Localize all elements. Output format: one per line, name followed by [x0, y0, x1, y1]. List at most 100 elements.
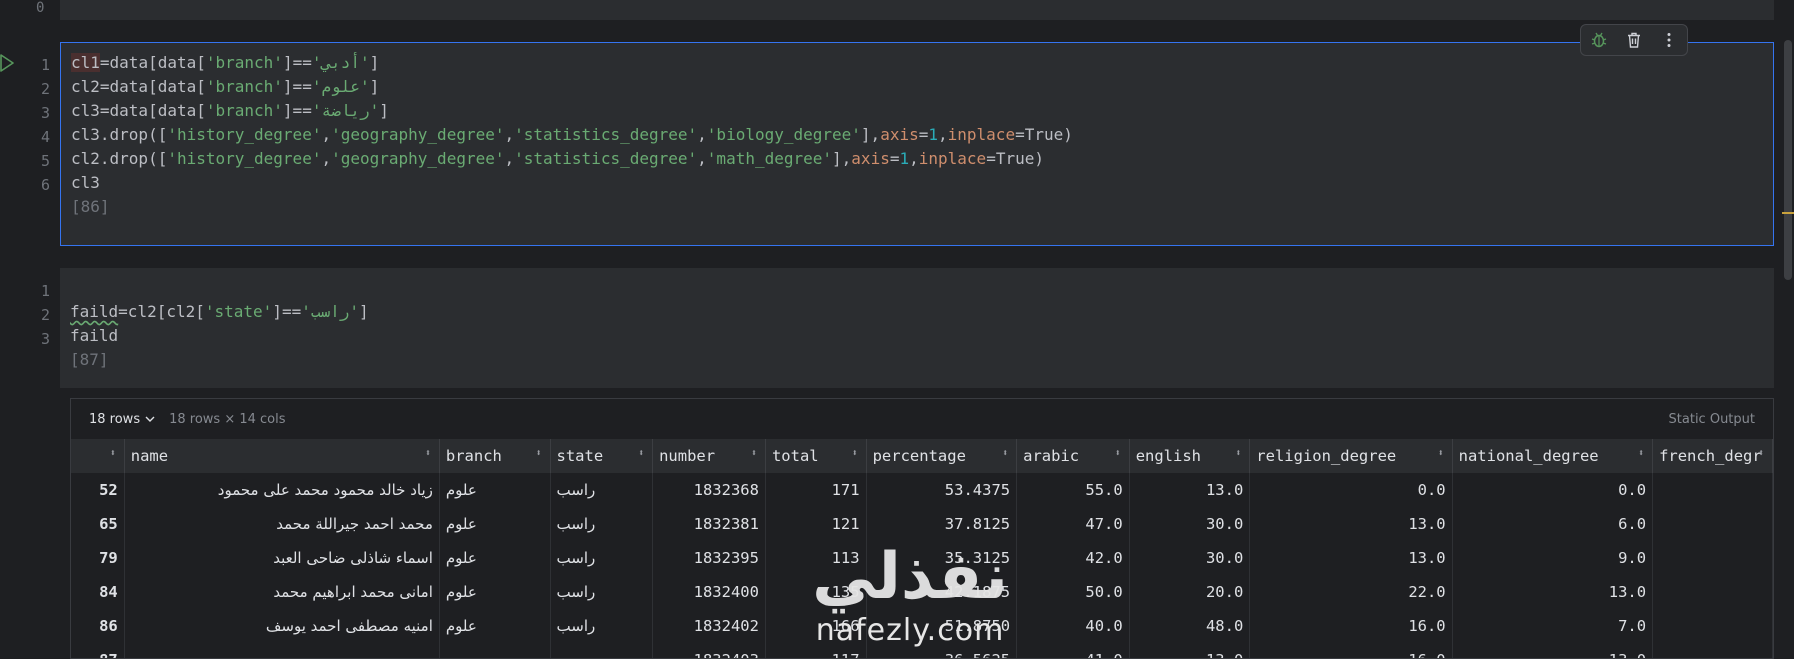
cell-name: امانى محمد ابراهيم محمد [124, 575, 440, 609]
table-row[interactable]: 65 محمد احمد جيراللة محمد علوم راسب 1832381 1… [71, 507, 1773, 541]
column-header-arabic[interactable]: arabic ⬍ [1016, 439, 1130, 473]
column-header-percentage[interactable]: percentage ⬍ [866, 439, 1018, 473]
code-token: ] [359, 302, 369, 321]
cell-percentage: 53.4375 [866, 473, 1018, 507]
code-line[interactable]: cl3.drop(['history_degree','geography_de… [71, 123, 1073, 147]
column-header-religion_degree[interactable]: religion_degree ⬍ [1249, 439, 1453, 473]
cell2-code[interactable]: faild=cl2[cl2['state']=='راسب'] faild [87] [70, 276, 369, 372]
code-token: , [909, 149, 919, 168]
trash-icon[interactable] [1622, 28, 1646, 52]
code-line[interactable]: cl2=data[data['branch']=='علوم'] [71, 75, 1073, 99]
table-row[interactable]: 52 زياد خالد محمود محمد على محمود علوم راسب… [71, 473, 1773, 507]
sort-icon[interactable]: ⬍ [425, 448, 431, 459]
sort-icon[interactable]: ⬍ [1235, 448, 1241, 459]
code-line[interactable]: cl1=data[data['branch']=='أدبي'] [71, 51, 1073, 75]
column-header-number[interactable]: number ⬍ [652, 439, 766, 473]
code-token: =data[data[ [99, 53, 206, 72]
table-row[interactable]: 87183240311736.562541.013.016.013.0 [71, 643, 1773, 658]
sort-icon[interactable]: ⬍ [1002, 448, 1008, 459]
code-token: ]== [282, 101, 312, 120]
code-token: ], [860, 125, 881, 144]
code-token: 'علوم' [311, 77, 370, 96]
column-header-total[interactable]: total ⬍ [765, 439, 867, 473]
code-token: 'history_degree' [167, 125, 322, 144]
cell-branch: علوم [439, 473, 551, 507]
column-label: arabic [1023, 447, 1080, 465]
cell-total: 171 [765, 473, 867, 507]
table-row[interactable]: 84 امانى محمد ابراهيم محمد علوم راسب 1832400… [71, 575, 1773, 609]
index-header[interactable]: ⬍ [71, 439, 125, 473]
code-token: , [504, 149, 515, 168]
cell-toolbar [1580, 24, 1688, 56]
code-line[interactable]: cl3 [71, 171, 1073, 195]
column-label: percentage [872, 447, 966, 465]
column-header-name[interactable]: name ⬍ [124, 439, 440, 473]
column-label: religion_degree [1256, 447, 1397, 465]
row-index: 79 [71, 541, 125, 575]
cell-arabic: 47.0 [1016, 507, 1130, 541]
cell-number: 1832400 [652, 575, 766, 609]
code-token: , [321, 149, 332, 168]
column-label: english [1135, 447, 1202, 465]
cell-number: 1832368 [652, 473, 766, 507]
scroll-marker [1782, 212, 1794, 214]
column-label: french_degr [1659, 447, 1762, 465]
output-header: 18 rows 18 rows × 14 cols Static Output [71, 399, 1773, 439]
vertical-scrollbar[interactable] [1784, 40, 1792, 280]
cell-name: زياد خالد محمود محمد على محمود [124, 473, 440, 507]
sort-icon[interactable]: ⬍ [852, 448, 858, 459]
code-token: 'أدبي' [311, 53, 370, 72]
cell-french [1652, 575, 1773, 609]
code-line[interactable]: faild=cl2[cl2['state']=='راسب'] [70, 300, 369, 324]
code-line[interactable] [70, 276, 369, 300]
cell-branch: علوم [439, 541, 551, 575]
code-token: axis [851, 149, 890, 168]
sort-icon[interactable]: ⬍ [1438, 448, 1444, 459]
line-number: 6 [40, 176, 50, 194]
sort-icon[interactable]: ⬍ [1758, 448, 1764, 459]
code-token: 1 [899, 149, 910, 168]
cell-total: 113 [765, 541, 867, 575]
cell-number: 1832381 [652, 507, 766, 541]
code-token: , [938, 125, 948, 144]
code-token: 1 [928, 125, 938, 144]
cell1-code[interactable]: cl1=data[data['branch']=='أدبي'] cl2=data… [71, 51, 1073, 219]
cell-name: اسماء شاذلى ضاحى العبد [124, 541, 440, 575]
sort-icon[interactable]: ⬍ [638, 448, 644, 459]
code-token: =True) [986, 149, 1044, 168]
cell-percentage: 42.1875 [866, 575, 1018, 609]
column-label: name [130, 447, 169, 465]
code-token: cl3.drop([ [71, 125, 168, 144]
cell-arabic: 42.0 [1016, 541, 1130, 575]
sort-icon[interactable]: ⬍ [110, 448, 116, 459]
code-line[interactable]: cl2.drop(['history_degree','geography_de… [71, 147, 1073, 171]
code-token: ] [369, 53, 380, 72]
column-header-state[interactable]: state ⬍ [550, 439, 654, 473]
column-header-national_degree[interactable]: national_degree ⬍ [1452, 439, 1654, 473]
row-index: 86 [71, 609, 125, 643]
rows-dropdown[interactable]: 18 rows [89, 412, 155, 427]
cell-english: 30.0 [1129, 541, 1251, 575]
column-header-english[interactable]: english ⬍ [1129, 439, 1251, 473]
sort-icon[interactable]: ⬍ [1115, 448, 1121, 459]
code-line[interactable]: cl3=data[data['branch']=='رياضة'] [71, 99, 1073, 123]
column-header-branch[interactable]: branch ⬍ [439, 439, 551, 473]
column-header-french_degr[interactable]: french_degr ⬍ [1652, 439, 1773, 473]
cell-english: 13.0 [1129, 643, 1251, 658]
execution-count: [87] [70, 350, 109, 369]
code-token: cl2.drop([ [71, 149, 168, 168]
table-row[interactable]: 79 اسماء شاذلى ضاحى العبد علوم راسب 1832395 1… [71, 541, 1773, 575]
code-line[interactable]: faild [70, 324, 369, 348]
code-cell-2[interactable]: faild=cl2[cl2['state']=='راسب'] faild [87] [60, 268, 1774, 388]
sort-icon[interactable]: ⬍ [751, 448, 757, 459]
execution-count: [86] [71, 197, 110, 216]
table-row[interactable]: 86 امنيه مصطفى احمد يوسف علوم راسب 1832402 16… [71, 609, 1773, 643]
run-cell-icon[interactable] [0, 54, 14, 72]
sort-icon[interactable]: ⬍ [535, 448, 541, 459]
bug-icon[interactable] [1587, 28, 1611, 52]
more-vertical-icon[interactable] [1657, 28, 1681, 52]
cell-french [1652, 507, 1773, 541]
cell-french [1652, 609, 1773, 643]
sort-icon[interactable]: ⬍ [1638, 448, 1644, 459]
code-cell-1[interactable]: cl1=data[data['branch']=='أدبي'] cl2=data… [60, 42, 1774, 246]
